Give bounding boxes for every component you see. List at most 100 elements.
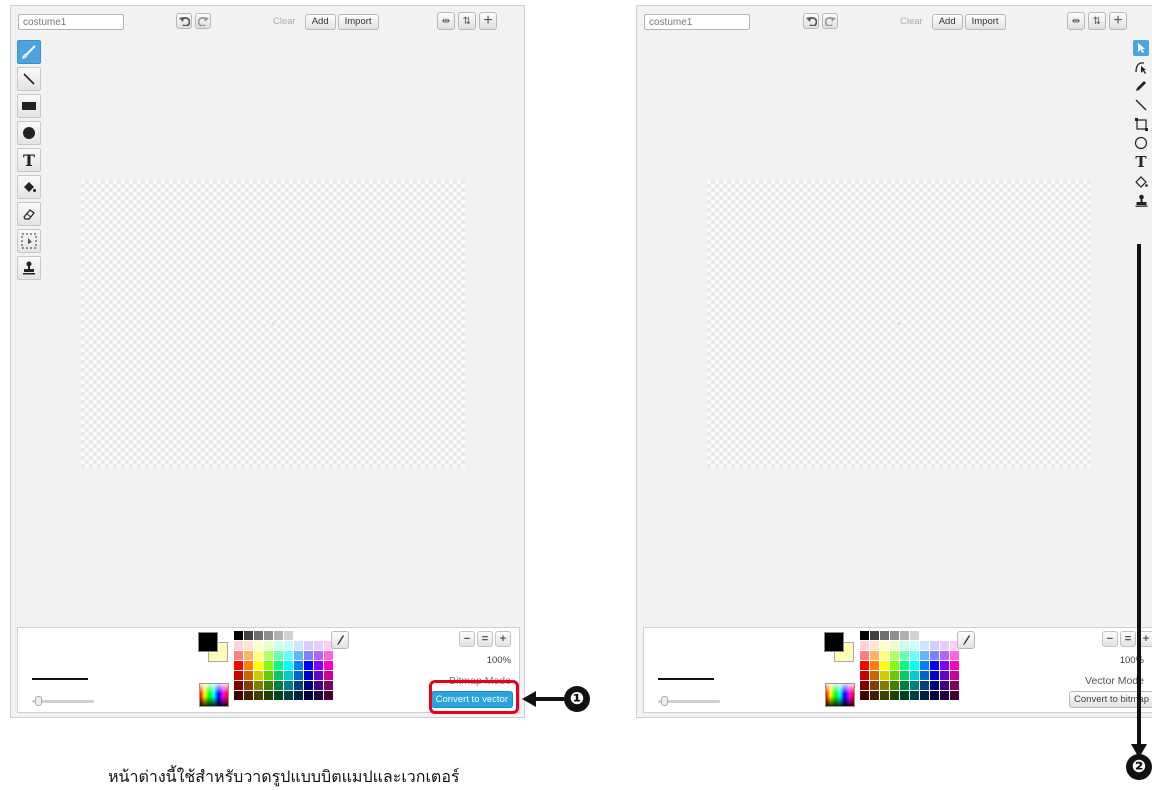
flip-vertical-button[interactable]: ⇅ bbox=[1088, 12, 1106, 30]
palette-swatch[interactable] bbox=[294, 631, 303, 640]
palette-swatch[interactable] bbox=[870, 641, 879, 650]
palette-swatch[interactable] bbox=[880, 631, 889, 640]
redo-button[interactable] bbox=[822, 13, 838, 29]
palette-swatch[interactable] bbox=[274, 631, 283, 640]
costume-name-input[interactable] bbox=[18, 14, 124, 30]
palette-swatch[interactable] bbox=[314, 671, 323, 680]
palette-swatch[interactable] bbox=[930, 691, 939, 700]
palette-swatch[interactable] bbox=[900, 691, 909, 700]
palette-swatch[interactable] bbox=[234, 651, 243, 660]
palette-swatch[interactable] bbox=[264, 671, 273, 680]
palette-swatch[interactable] bbox=[264, 681, 273, 690]
palette-swatch[interactable] bbox=[880, 641, 889, 650]
palette-swatch[interactable] bbox=[264, 631, 273, 640]
palette-swatch[interactable] bbox=[960, 661, 969, 670]
palette-swatch[interactable] bbox=[234, 661, 243, 670]
drawing-canvas[interactable]: + bbox=[81, 180, 465, 468]
palette-swatch[interactable] bbox=[334, 651, 343, 660]
zoom-in-button[interactable]: + bbox=[495, 631, 511, 647]
palette-swatch[interactable] bbox=[334, 671, 343, 680]
palette-swatch[interactable] bbox=[304, 651, 313, 660]
palette-swatch[interactable] bbox=[284, 661, 293, 670]
palette-swatch[interactable] bbox=[900, 631, 909, 640]
palette-swatch[interactable] bbox=[940, 681, 949, 690]
palette-swatch[interactable] bbox=[920, 661, 929, 670]
palette-swatch[interactable] bbox=[234, 631, 243, 640]
palette-swatch[interactable] bbox=[314, 691, 323, 700]
palette-swatch[interactable] bbox=[294, 641, 303, 650]
palette-swatch[interactable] bbox=[284, 651, 293, 660]
palette-swatch[interactable] bbox=[274, 691, 283, 700]
palette-swatch[interactable] bbox=[870, 651, 879, 660]
palette-swatch[interactable] bbox=[910, 631, 919, 640]
palette-swatch[interactable] bbox=[254, 631, 263, 640]
palette-swatch[interactable] bbox=[274, 651, 283, 660]
select-tool[interactable] bbox=[1133, 40, 1149, 56]
palette-swatch[interactable] bbox=[254, 641, 263, 650]
palette-swatch[interactable] bbox=[294, 671, 303, 680]
palette-swatch[interactable] bbox=[294, 691, 303, 700]
pencil-tool[interactable] bbox=[1133, 78, 1149, 94]
reshape-tool[interactable] bbox=[1133, 59, 1149, 75]
palette-swatch[interactable] bbox=[304, 681, 313, 690]
add-button[interactable]: Add bbox=[304, 14, 336, 30]
palette-swatch[interactable] bbox=[314, 651, 323, 660]
palette-swatch[interactable] bbox=[890, 691, 899, 700]
flip-horizontal-button[interactable]: ⇹ bbox=[437, 12, 455, 30]
clear-button[interactable]: Clear bbox=[893, 14, 930, 30]
palette-swatch[interactable] bbox=[930, 671, 939, 680]
palette-swatch[interactable] bbox=[870, 681, 879, 690]
palette-swatch[interactable] bbox=[870, 631, 879, 640]
palette-swatch[interactable] bbox=[890, 681, 899, 690]
palette-swatch[interactable] bbox=[294, 681, 303, 690]
palette-swatch[interactable] bbox=[870, 691, 879, 700]
set-costume-center-button[interactable]: + bbox=[1109, 12, 1127, 30]
palette-swatch[interactable] bbox=[920, 691, 929, 700]
palette-swatch[interactable] bbox=[900, 681, 909, 690]
palette-swatch[interactable] bbox=[244, 681, 253, 690]
import-button[interactable]: Import bbox=[337, 14, 379, 30]
palette-swatch[interactable] bbox=[324, 651, 333, 660]
palette-swatch[interactable] bbox=[920, 651, 929, 660]
palette-swatch[interactable] bbox=[900, 671, 909, 680]
import-button[interactable]: Import bbox=[964, 14, 1006, 30]
duplicate-tool[interactable] bbox=[1133, 192, 1149, 208]
palette-swatch[interactable] bbox=[880, 661, 889, 670]
palette-swatch[interactable] bbox=[254, 661, 263, 670]
palette-swatch[interactable] bbox=[930, 651, 939, 660]
palette-swatch[interactable] bbox=[930, 681, 939, 690]
palette-swatch[interactable] bbox=[294, 661, 303, 670]
palette-swatch[interactable] bbox=[950, 671, 959, 680]
palette-swatch[interactable] bbox=[870, 661, 879, 670]
zoom-reset-button[interactable]: = bbox=[1120, 631, 1136, 647]
palette-swatch[interactable] bbox=[910, 651, 919, 660]
drawing-canvas[interactable]: + bbox=[707, 180, 1091, 468]
palette-swatch[interactable] bbox=[940, 631, 949, 640]
brush-tool[interactable] bbox=[17, 40, 41, 64]
palette-swatch[interactable] bbox=[264, 661, 273, 670]
palette-swatch[interactable] bbox=[960, 691, 969, 700]
palette-swatch[interactable] bbox=[264, 691, 273, 700]
select-tool[interactable] bbox=[17, 229, 41, 253]
palette-swatch[interactable] bbox=[940, 651, 949, 660]
palette-swatch[interactable] bbox=[244, 661, 253, 670]
line-tool[interactable] bbox=[17, 67, 41, 91]
palette-swatch[interactable] bbox=[334, 691, 343, 700]
palette-swatch[interactable] bbox=[880, 651, 889, 660]
palette-swatch[interactable] bbox=[930, 661, 939, 670]
palette-swatch[interactable] bbox=[860, 641, 869, 650]
palette-swatch[interactable] bbox=[244, 671, 253, 680]
palette-swatch[interactable] bbox=[244, 631, 253, 640]
palette-swatch[interactable] bbox=[304, 671, 313, 680]
palette-swatch[interactable] bbox=[234, 691, 243, 700]
palette-swatch[interactable] bbox=[950, 651, 959, 660]
color-spectrum-toggle[interactable] bbox=[825, 683, 855, 707]
palette-swatch[interactable] bbox=[334, 661, 343, 670]
stroke-width-slider[interactable] bbox=[32, 696, 94, 706]
palette-swatch[interactable] bbox=[254, 651, 263, 660]
text-tool[interactable]: T bbox=[1133, 153, 1149, 171]
ellipse-tool[interactable] bbox=[1133, 135, 1149, 151]
palette-swatch[interactable] bbox=[324, 671, 333, 680]
palette-swatch[interactable] bbox=[860, 661, 869, 670]
palette-swatch[interactable] bbox=[860, 691, 869, 700]
